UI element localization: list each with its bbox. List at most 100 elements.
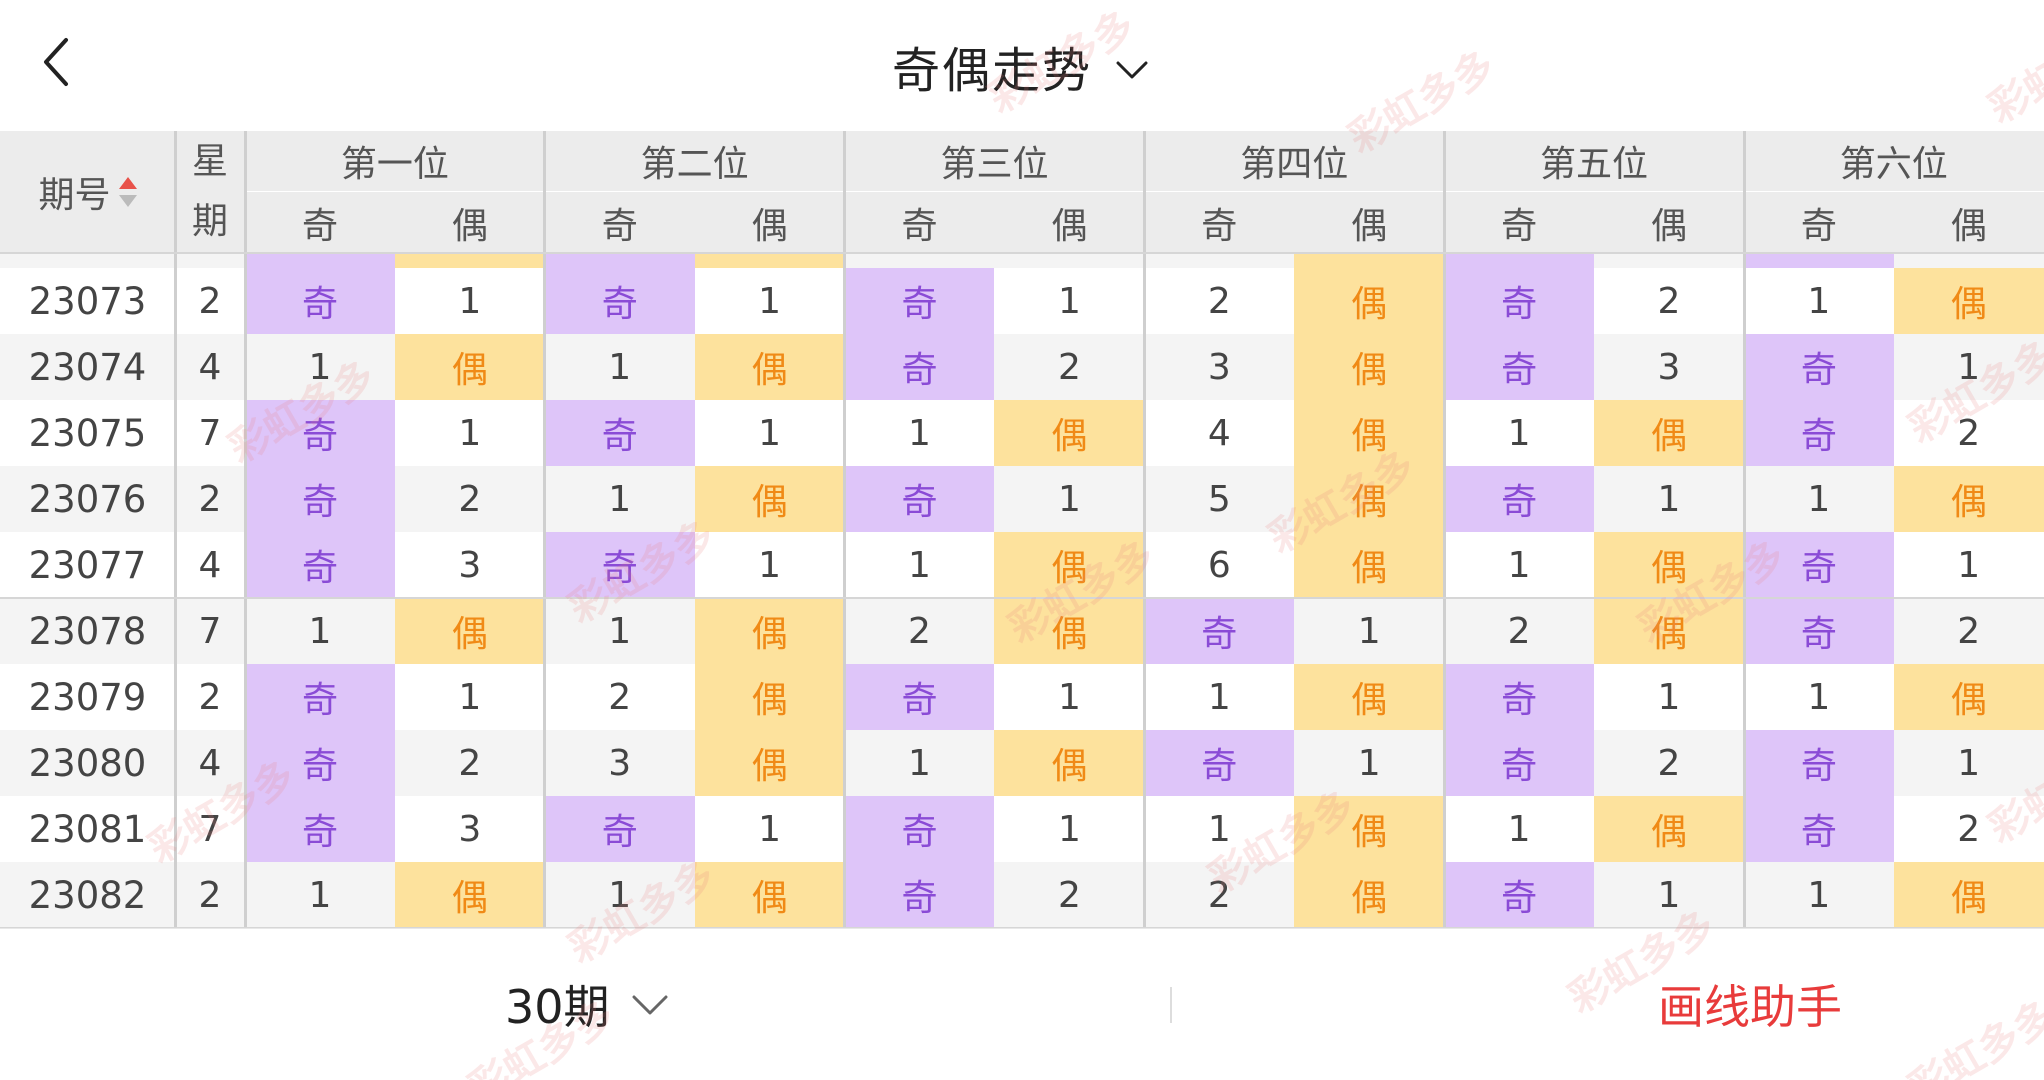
trend-cell: 2	[1057, 346, 1081, 388]
trend-cell: 偶	[1893, 862, 2044, 928]
trend-cell: 2	[1957, 808, 1981, 850]
trend-cell	[845, 253, 995, 268]
trend-cell: 2	[458, 742, 482, 784]
trend-cell: 1	[758, 808, 782, 850]
table-row: 23075 7 奇 1 奇 1 1 偶 4 偶 1 偶奇 2	[0, 400, 2044, 466]
group-header: 第六位	[1743, 131, 2044, 192]
page-title: 奇偶走势	[891, 42, 1092, 99]
footer-bar: 30期 画线助手	[0, 928, 2044, 1080]
trend-cell: 2	[1507, 610, 1531, 652]
trend-cell: 1	[1957, 544, 1981, 586]
trend-cell: 偶	[1294, 796, 1445, 862]
trend-cell: 1	[1957, 742, 1981, 784]
trend-cell: 奇	[1743, 334, 1894, 400]
even-subheader: 偶	[1893, 192, 2044, 253]
issue-column-header[interactable]: 期号	[0, 131, 175, 253]
trend-cell: 奇	[1743, 796, 1894, 862]
draw-assistant-button[interactable]: 画线助手	[1658, 969, 1842, 1039]
trend-cell: 奇	[1743, 532, 1894, 598]
trend-cell	[994, 253, 1144, 268]
trend-cell: 1	[908, 412, 931, 454]
trend-cell: 偶	[694, 466, 845, 532]
trend-cell: 奇	[1444, 334, 1595, 400]
trend-cell: 偶	[1294, 466, 1445, 532]
trend-cell	[1144, 253, 1294, 268]
odd-subheader: 奇	[1444, 192, 1595, 253]
column-divider	[1742, 131, 1746, 928]
trend-cell: 奇	[844, 334, 995, 400]
issue-cell: 23081	[28, 807, 147, 851]
column-divider	[543, 131, 547, 928]
title-dropdown[interactable]: 奇偶走势	[0, 0, 2044, 131]
issue-cell: 23074	[28, 345, 147, 389]
week-cell: 4	[198, 544, 222, 586]
trend-cell: 奇	[245, 532, 395, 598]
odd-subheader: 奇	[1144, 192, 1295, 253]
trend-cell: 1	[1357, 610, 1381, 652]
week-cell: 2	[198, 478, 222, 520]
trend-cell: 2	[1957, 412, 1981, 454]
trend-cell: 偶	[1294, 268, 1445, 334]
trend-cell: 2	[608, 676, 632, 718]
trend-cell: 偶	[1294, 664, 1445, 730]
table-header: 期号 星期 第一位 第二位 第三位 第四位 第五位 第六位奇偶奇偶奇偶奇偶奇偶奇偶	[0, 131, 2044, 253]
trend-cell	[1894, 253, 2044, 268]
trend-cell: 偶	[694, 664, 845, 730]
trend-cell: 偶	[1294, 532, 1445, 598]
trend-cell: 1	[908, 742, 931, 784]
table-row: 23081 7 奇 3 奇 1 奇 1 1 偶 1 偶奇 2	[0, 796, 2044, 862]
table-row: 23079 2 奇 1 2 偶奇 1 1 偶奇 1 1 偶	[0, 664, 2044, 730]
trend-cell: 偶	[1294, 334, 1445, 400]
week-cell: 4	[198, 742, 222, 784]
trend-cell: 偶	[1294, 400, 1445, 466]
table-row-partial	[0, 253, 2044, 268]
trend-cell	[1294, 253, 1445, 268]
week-header-char: 期	[191, 201, 228, 242]
trend-cell: 1	[1807, 874, 1831, 916]
trend-cell: 1	[308, 610, 332, 652]
trend-cell: 奇	[1444, 664, 1595, 730]
trend-cell: 偶	[1893, 268, 2044, 334]
trend-cell: 偶	[694, 862, 845, 928]
trend-cell: 4	[1207, 412, 1231, 454]
trend-cell: 1	[758, 544, 782, 586]
issue-cell: 23077	[28, 543, 147, 587]
trend-cell: 1	[1057, 676, 1081, 718]
week-cell: 2	[198, 280, 222, 322]
trend-cell: 1	[308, 346, 332, 388]
trend-cell: 奇	[245, 664, 395, 730]
week-cell: 4	[198, 346, 222, 388]
even-subheader: 偶	[1594, 192, 1744, 253]
group-header: 第三位	[844, 131, 1145, 192]
table-row: 23080 4 奇 2 3 偶 1 偶奇 1 奇 2 奇 1	[0, 730, 2044, 796]
chevron-down-icon	[632, 995, 668, 1015]
trend-cell: 1	[1057, 808, 1081, 850]
group-header: 第四位	[1144, 131, 1445, 192]
period-select-button[interactable]: 30期	[505, 969, 670, 1039]
table-row: 23076 2 奇 2 1 偶奇 1 5 偶奇 1 1 偶	[0, 466, 2044, 532]
trend-cell: 1	[1057, 280, 1081, 322]
trend-cell: 奇	[844, 796, 995, 862]
trend-cell: 3	[608, 742, 632, 784]
trend-cell: 偶	[1893, 664, 2044, 730]
sort-icon[interactable]	[118, 175, 137, 209]
trend-cell: 奇	[544, 796, 695, 862]
trend-cell: 1	[1207, 808, 1231, 850]
group-header: 第五位	[1444, 131, 1744, 192]
trend-cell: 奇	[245, 730, 395, 796]
trend-cell: 1	[458, 412, 482, 454]
trend-cell: 1	[1657, 874, 1681, 916]
trend-cell: 偶	[994, 532, 1145, 598]
odd-subheader: 奇	[1743, 192, 1894, 253]
trend-table[interactable]: 期号 星期 第一位 第二位 第三位 第四位 第五位 第六位奇偶奇偶奇偶奇偶奇偶奇偶 230…	[0, 131, 2044, 928]
week-header-char: 星	[191, 141, 228, 182]
trend-cell	[544, 253, 695, 268]
week-column-header: 星期	[175, 131, 245, 253]
trend-cell: 偶	[394, 334, 545, 400]
group-header: 第一位	[245, 131, 545, 192]
issue-cell: 23078	[28, 609, 147, 653]
trend-cell: 1	[1957, 346, 1981, 388]
trend-cell: 偶	[394, 862, 545, 928]
period-label: 30期	[505, 980, 610, 1034]
column-divider	[173, 131, 177, 928]
